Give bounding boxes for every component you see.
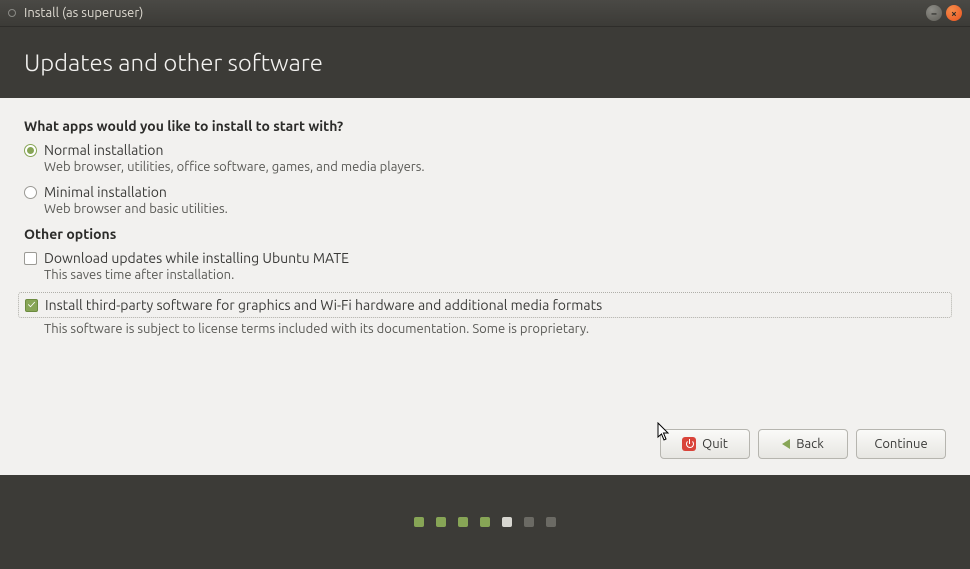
minimal-install-label: Minimal installation bbox=[44, 184, 167, 200]
progress-step bbox=[458, 517, 468, 527]
content-panel: What apps would you like to install to s… bbox=[0, 98, 970, 475]
chevron-left-icon bbox=[782, 439, 790, 449]
minimal-install-desc: Web browser and basic utilities. bbox=[44, 202, 946, 216]
progress-step bbox=[546, 517, 556, 527]
progress-step bbox=[502, 517, 512, 527]
radio-icon bbox=[24, 144, 37, 157]
download-updates-label: Download updates while installing Ubuntu… bbox=[44, 250, 349, 266]
progress-step bbox=[524, 517, 534, 527]
normal-install-label: Normal installation bbox=[44, 142, 163, 158]
third-party-label: Install third-party software for graphic… bbox=[45, 297, 602, 313]
progress-footer bbox=[0, 475, 970, 569]
window-title: Install (as superuser) bbox=[24, 6, 922, 20]
apps-section-heading: What apps would you like to install to s… bbox=[24, 118, 946, 134]
third-party-option[interactable]: ✓ Install third-party software for graph… bbox=[25, 297, 945, 313]
progress-step bbox=[480, 517, 490, 527]
title-bar: Install (as superuser) – × bbox=[0, 0, 970, 27]
third-party-desc: This software is subject to license term… bbox=[44, 322, 946, 336]
download-updates-desc: This saves time after installation. bbox=[44, 268, 946, 282]
page-header: Updates and other software bbox=[0, 27, 970, 98]
checkbox-icon bbox=[24, 252, 37, 265]
normal-install-option[interactable]: Normal installation bbox=[24, 142, 946, 158]
progress-step bbox=[414, 517, 424, 527]
app-indicator-icon bbox=[8, 9, 16, 17]
close-button[interactable]: × bbox=[946, 5, 962, 21]
continue-button-label: Continue bbox=[874, 437, 927, 451]
download-updates-option[interactable]: Download updates while installing Ubuntu… bbox=[24, 250, 946, 266]
third-party-option-focus: ✓ Install third-party software for graph… bbox=[18, 292, 952, 318]
normal-install-desc: Web browser, utilities, office software,… bbox=[44, 160, 946, 174]
progress-step bbox=[436, 517, 446, 527]
back-button-label: Back bbox=[796, 437, 824, 451]
quit-button[interactable]: Quit bbox=[660, 429, 750, 459]
other-options-heading: Other options bbox=[24, 226, 946, 242]
minimal-install-option[interactable]: Minimal installation bbox=[24, 184, 946, 200]
radio-icon bbox=[24, 186, 37, 199]
continue-button[interactable]: Continue bbox=[856, 429, 946, 459]
quit-button-label: Quit bbox=[702, 437, 728, 451]
power-icon bbox=[682, 437, 696, 451]
back-button[interactable]: Back bbox=[758, 429, 848, 459]
checkbox-icon: ✓ bbox=[25, 299, 38, 312]
page-title: Updates and other software bbox=[24, 49, 323, 76]
minimize-button[interactable]: – bbox=[926, 5, 942, 21]
button-bar: Quit Back Continue bbox=[660, 429, 946, 459]
